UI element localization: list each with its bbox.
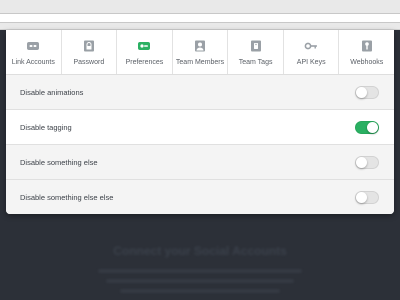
- link-accounts-icon: [27, 42, 40, 50]
- setting-row-disable-animations: Disable animations: [6, 75, 394, 110]
- tab-label: Password: [73, 59, 105, 66]
- tab-label: API Keys: [296, 59, 326, 66]
- tag-icon: [250, 40, 261, 52]
- toggle-knob: [367, 121, 378, 133]
- background-text-line: [106, 279, 294, 283]
- setting-label: Disable animations: [20, 87, 84, 97]
- browser-chrome: [0, 0, 400, 30]
- disable-something-else-toggle[interactable]: [355, 155, 379, 169]
- setting-label: Disable something else: [20, 157, 98, 167]
- key-icon: [304, 42, 318, 50]
- tab-team-tags[interactable]: Team Tags: [228, 30, 284, 74]
- user-icon: [195, 40, 206, 52]
- tab-label: Team Tags: [238, 59, 273, 66]
- setting-row-disable-tagging: Disable tagging: [6, 110, 394, 145]
- settings-list: Disable animations Disable tagging Disab…: [6, 75, 394, 214]
- webhook-icon: [361, 40, 372, 52]
- tab-api-keys[interactable]: API Keys: [284, 30, 340, 74]
- background-text-line: [98, 269, 302, 273]
- tab-label: Webhooks: [350, 59, 384, 66]
- tab-label: Team Members: [175, 59, 225, 66]
- tab-preferences[interactable]: Preferences: [117, 30, 173, 74]
- tab-label: Link Accounts: [11, 59, 55, 66]
- lock-icon: [83, 40, 94, 52]
- settings-tabs: Link Accounts Password Preferences Team …: [6, 30, 394, 75]
- setting-row-disable-something-else: Disable something else: [6, 145, 394, 180]
- toggle-knob: [356, 192, 367, 203]
- tab-password[interactable]: Password: [62, 30, 118, 74]
- tab-link-accounts[interactable]: Link Accounts: [6, 30, 62, 74]
- address-bar[interactable]: [0, 13, 400, 23]
- tab-webhooks[interactable]: Webhooks: [339, 30, 394, 74]
- background-heading: Connect your Social Accounts: [113, 244, 287, 258]
- tab-team-members[interactable]: Team Members: [173, 30, 229, 74]
- settings-panel: Link Accounts Password Preferences Team …: [6, 30, 394, 214]
- disable-something-else-else-toggle[interactable]: [355, 191, 379, 204]
- tab-label: Preferences: [125, 59, 164, 66]
- setting-row-disable-something-else-else: Disable something else else: [6, 180, 394, 214]
- toggle-knob: [356, 86, 367, 98]
- disable-animations-toggle[interactable]: [355, 85, 379, 99]
- disable-tagging-toggle[interactable]: [355, 120, 379, 134]
- toggle-knob: [356, 156, 367, 168]
- preferences-icon: [138, 42, 151, 50]
- setting-label: Disable something else else: [20, 193, 114, 202]
- setting-label: Disable tagging: [20, 122, 72, 132]
- background-text-line: [120, 289, 280, 293]
